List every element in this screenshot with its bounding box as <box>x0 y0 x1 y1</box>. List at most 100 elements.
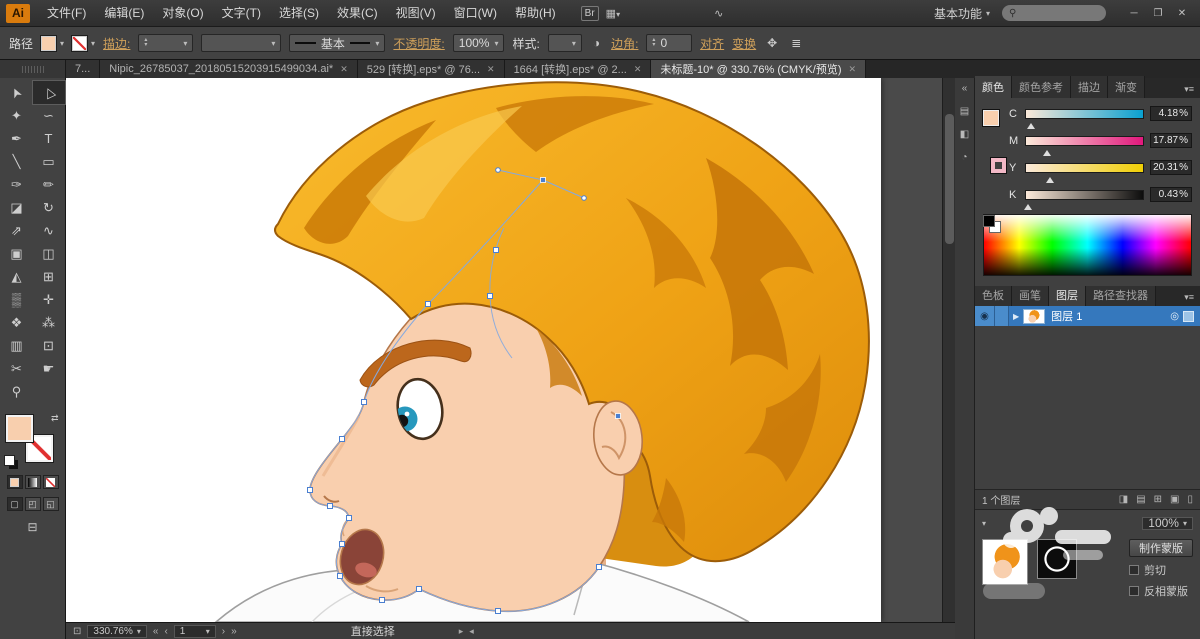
artboard-number-dropdown[interactable]: 1 ▾ <box>173 624 216 638</box>
tab-颜色[interactable]: 颜色 <box>975 76 1012 98</box>
channel-value-Y[interactable]: 20.31% <box>1150 160 1192 175</box>
first-artboard-icon[interactable]: « <box>153 626 159 637</box>
menu-item-8[interactable]: 帮助(H) <box>506 0 565 27</box>
align-link[interactable]: 对齐 <box>700 35 724 52</box>
tab-描边[interactable]: 描边 <box>1071 76 1108 98</box>
panel-options-icon[interactable]: ≣ <box>788 36 804 50</box>
stroke-swatch[interactable]: ▾ <box>71 34 95 52</box>
restore-button[interactable]: ❐ <box>1146 0 1170 27</box>
last-artboard-icon[interactable]: » <box>231 626 237 637</box>
hand-tool[interactable]: ☛ <box>33 357 65 380</box>
new-sublayer-icon[interactable]: ▤ <box>1136 494 1145 505</box>
rectangle-tool[interactable]: ▭ <box>33 150 65 173</box>
direct-selection-tool[interactable]: ▷ <box>31 80 66 105</box>
opacity-dropdown[interactable]: 100% ▾ <box>452 34 505 52</box>
scrollbar-thumb[interactable] <box>945 114 954 244</box>
tab-close-icon[interactable]: ✕ <box>487 64 495 75</box>
channel-slider-C[interactable] <box>1025 108 1144 129</box>
channel-slider-thumb[interactable] <box>1024 200 1033 210</box>
workspace-switcher[interactable]: 基本功能 ▾ <box>934 5 990 22</box>
fill-swatch[interactable]: ▾ <box>40 34 64 52</box>
scale-tool[interactable]: ⇗ <box>1 219 33 242</box>
menu-item-6[interactable]: 视图(V) <box>387 0 445 27</box>
fill-color-proxy[interactable] <box>4 414 34 443</box>
toolbar-grip[interactable] <box>0 60 66 78</box>
clip-checkbox-row[interactable]: 剪切 <box>1129 562 1193 578</box>
swap-fill-stroke-icon[interactable]: ⇄ <box>51 413 59 424</box>
line-tool[interactable]: ╲ <box>1 150 33 173</box>
layer-expand-icon[interactable]: ▶ <box>1009 312 1023 321</box>
layer-row[interactable]: ◉ ▶ 图层 1 ◎ <box>975 306 1200 326</box>
doc-tab[interactable]: 未标题-10* @ 330.76% (CMYK/预览) ✕ <box>651 60 867 78</box>
tab-色板[interactable]: 色板 <box>975 284 1012 306</box>
channel-slider-Y[interactable] <box>1025 162 1144 183</box>
color-button[interactable] <box>6 475 23 489</box>
layer-selection-indicator[interactable] <box>1183 310 1194 322</box>
corner-stepper[interactable]: ▴ ▾ 0 <box>646 34 693 52</box>
blend-mode-dropdown[interactable]: ▾ <box>982 519 986 528</box>
black-white-swatches[interactable] <box>983 215 1001 233</box>
delete-layer-icon[interactable]: ▯ <box>1187 494 1193 505</box>
slice-tool[interactable]: ✂ <box>1 357 33 380</box>
selection-tool[interactable]: ➤ <box>1 81 33 104</box>
gradient-tool[interactable]: ▒ <box>1 288 33 311</box>
layer-lock-cell[interactable] <box>995 306 1009 326</box>
channel-slider-thumb[interactable] <box>1042 146 1051 156</box>
channel-slider-thumb[interactable] <box>1045 173 1054 183</box>
vertical-scrollbar[interactable] <box>942 78 955 622</box>
paintbrush-tool[interactable]: ✑ <box>1 173 33 196</box>
screen-mode-icon[interactable]: ⊟ <box>27 520 37 534</box>
color-fill-proxy[interactable] <box>982 109 1000 127</box>
channel-value-K[interactable]: 0.43% <box>1150 187 1192 202</box>
tab-画笔[interactable]: 画笔 <box>1012 284 1049 306</box>
style-dropdown[interactable]: ▾ <box>547 34 582 52</box>
opacity-link[interactable]: 不透明度: <box>393 35 444 52</box>
clip-checkbox[interactable] <box>1129 565 1139 575</box>
stroke-width-stepper[interactable]: ▴ ▾ ▾ <box>138 34 194 52</box>
tab-close-icon[interactable]: ✕ <box>849 64 857 75</box>
make-clip-mask-icon[interactable]: ◨ <box>1119 494 1128 505</box>
symbol-sprayer-tool[interactable]: ⁂ <box>33 311 65 334</box>
minimize-button[interactable]: ─ <box>1122 0 1146 27</box>
tab-渐变[interactable]: 渐变 <box>1108 76 1145 98</box>
doc-tab[interactable]: 529 [转换].eps* @ 76... ✕ <box>357 60 505 78</box>
rotate-tool[interactable]: ↻ <box>33 196 65 219</box>
invert-mask-checkbox[interactable] <box>1129 586 1139 596</box>
next-artboard-icon[interactable]: › <box>222 626 225 637</box>
draw-normal-icon[interactable]: ▢ <box>6 497 23 511</box>
menu-item-7[interactable]: 窗口(W) <box>445 0 506 27</box>
corner-link[interactable]: 边角: <box>611 35 638 52</box>
prev-artboard-icon[interactable]: ‹ <box>164 626 167 637</box>
draw-behind-icon[interactable]: ◰ <box>24 497 41 511</box>
artboard-nav-icon[interactable]: ⊡ <box>73 626 81 637</box>
new-layer-icon[interactable]: ⊞ <box>1154 494 1162 505</box>
arrange-documents-icon[interactable]: ▦▾ <box>599 7 627 20</box>
gradient-button[interactable] <box>24 475 41 489</box>
type-tool[interactable]: T <box>33 127 65 150</box>
color-spectrum[interactable] <box>983 214 1192 276</box>
artwork-boy[interactable] <box>66 78 881 622</box>
invert-mask-checkbox-row[interactable]: 反相蒙版 <box>1129 583 1193 599</box>
pen-tool[interactable]: ✒ <box>1 127 33 150</box>
layer-options-icon[interactable]: ▣ <box>1170 494 1179 505</box>
width-tool[interactable]: ∿ <box>33 219 65 242</box>
lasso-tool[interactable]: ∽ <box>33 104 65 127</box>
channel-slider-K[interactable] <box>1024 189 1144 210</box>
object-thumbnail[interactable] <box>982 539 1028 585</box>
panel-icon-3[interactable]: ◔ <box>961 152 967 163</box>
doc-tab[interactable]: Nipic_26785037_20180515203915499034.ai* ✕ <box>100 60 358 78</box>
draw-inside-icon[interactable]: ◱ <box>42 497 59 511</box>
mesh-tool[interactable]: ⊞ <box>33 265 65 288</box>
artboard-tool[interactable]: ⊡ <box>33 334 65 357</box>
bridge-icon[interactable]: Br <box>580 5 599 21</box>
color-fill-stroke-proxy[interactable] <box>982 109 1015 180</box>
none-button[interactable] <box>42 475 59 489</box>
layer-visibility-eye-icon[interactable]: ◉ <box>975 306 995 326</box>
zoom-dropdown[interactable]: 330.76% ▾ <box>87 624 147 638</box>
eyedropper-tool[interactable]: ✛ <box>33 288 65 311</box>
tab-路径查找器[interactable]: 路径查找器 <box>1086 284 1156 306</box>
panel-icon-1[interactable]: ▤ <box>960 106 969 117</box>
layer-name[interactable]: 图层 1 <box>1051 308 1170 324</box>
panel-icon-2[interactable]: ◧ <box>960 129 969 140</box>
menu-item-4[interactable]: 选择(S) <box>270 0 328 27</box>
